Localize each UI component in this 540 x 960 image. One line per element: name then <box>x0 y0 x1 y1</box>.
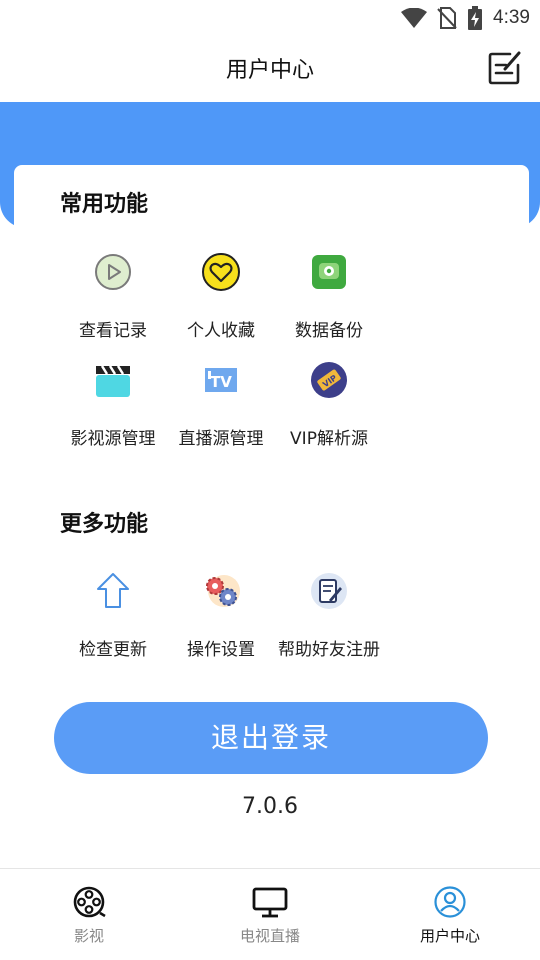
play-history-icon <box>95 254 131 290</box>
clapperboard-icon <box>96 365 130 397</box>
no-sim-icon <box>437 7 457 29</box>
grid-item-label: 查看记录 <box>79 321 147 341</box>
svg-text:TV: TV <box>210 373 232 391</box>
battery-charging-icon <box>468 6 483 30</box>
bottom-nav: 影视 电视直播 用户中心 <box>0 868 540 960</box>
gears-icon <box>206 575 240 607</box>
notepad-pen-icon <box>311 573 347 609</box>
grid-item-settings[interactable]: 操作设置 <box>166 571 276 660</box>
vip-icon: VIP <box>311 362 347 398</box>
grid-item-label: 个人收藏 <box>187 321 255 341</box>
heart-favorite-icon <box>202 253 240 291</box>
grid-item-check-update[interactable]: 检查更新 <box>58 571 168 660</box>
logout-button[interactable]: 退出登录 <box>54 702 488 774</box>
nav-tab-user-center[interactable]: 用户中心 <box>380 869 520 959</box>
wifi-icon <box>401 8 428 28</box>
backup-icon <box>312 255 346 289</box>
page-title: 用户中心 <box>225 58 314 83</box>
nav-label: 影视 <box>73 927 104 945</box>
grid-item-live-source[interactable]: TV 直播源管理 <box>166 360 276 449</box>
grid-item-label: 直播源管理 <box>178 429 264 449</box>
grid-item-vip-parse[interactable]: VIP VIP解析源 <box>274 360 384 449</box>
edit-button[interactable] <box>486 49 524 87</box>
nav-label: 电视直播 <box>239 927 300 945</box>
tv-icon: TV <box>205 368 237 392</box>
grid-item-history[interactable]: 查看记录 <box>58 252 168 341</box>
grid-item-label: 数据备份 <box>295 321 363 341</box>
nav-label: 用户中心 <box>419 927 480 945</box>
upload-arrow-icon <box>97 573 129 608</box>
version-text: 7.0.6 <box>242 794 298 819</box>
edit-icon <box>488 51 521 85</box>
grid-item-label: 操作设置 <box>187 640 255 660</box>
grid-item-label: 检查更新 <box>79 640 147 660</box>
user-circle-icon <box>434 886 466 918</box>
status-bar: 4:39 <box>0 0 540 36</box>
clock: 4:39 <box>493 7 530 28</box>
grid-item-label: 帮助好友注册 <box>278 640 380 660</box>
grid-item-help-register[interactable]: 帮助好友注册 <box>274 571 384 660</box>
grid-item-favorites[interactable]: 个人收藏 <box>166 252 276 341</box>
section-title-common: 常用功能 <box>60 192 149 217</box>
nav-tab-live-tv[interactable]: 电视直播 <box>200 869 340 959</box>
app-bar: 用户中心 <box>0 36 540 102</box>
section-title-more: 更多功能 <box>60 512 149 537</box>
nav-tab-movies[interactable]: 影视 <box>19 869 159 959</box>
grid-item-backup[interactable]: 数据备份 <box>274 252 384 341</box>
grid-item-label: VIP解析源 <box>290 429 368 449</box>
monitor-icon <box>252 887 288 918</box>
grid-item-source-manage[interactable]: 影视源管理 <box>58 360 168 449</box>
grid-item-label: 影视源管理 <box>70 429 156 449</box>
film-reel-icon <box>73 886 106 918</box>
